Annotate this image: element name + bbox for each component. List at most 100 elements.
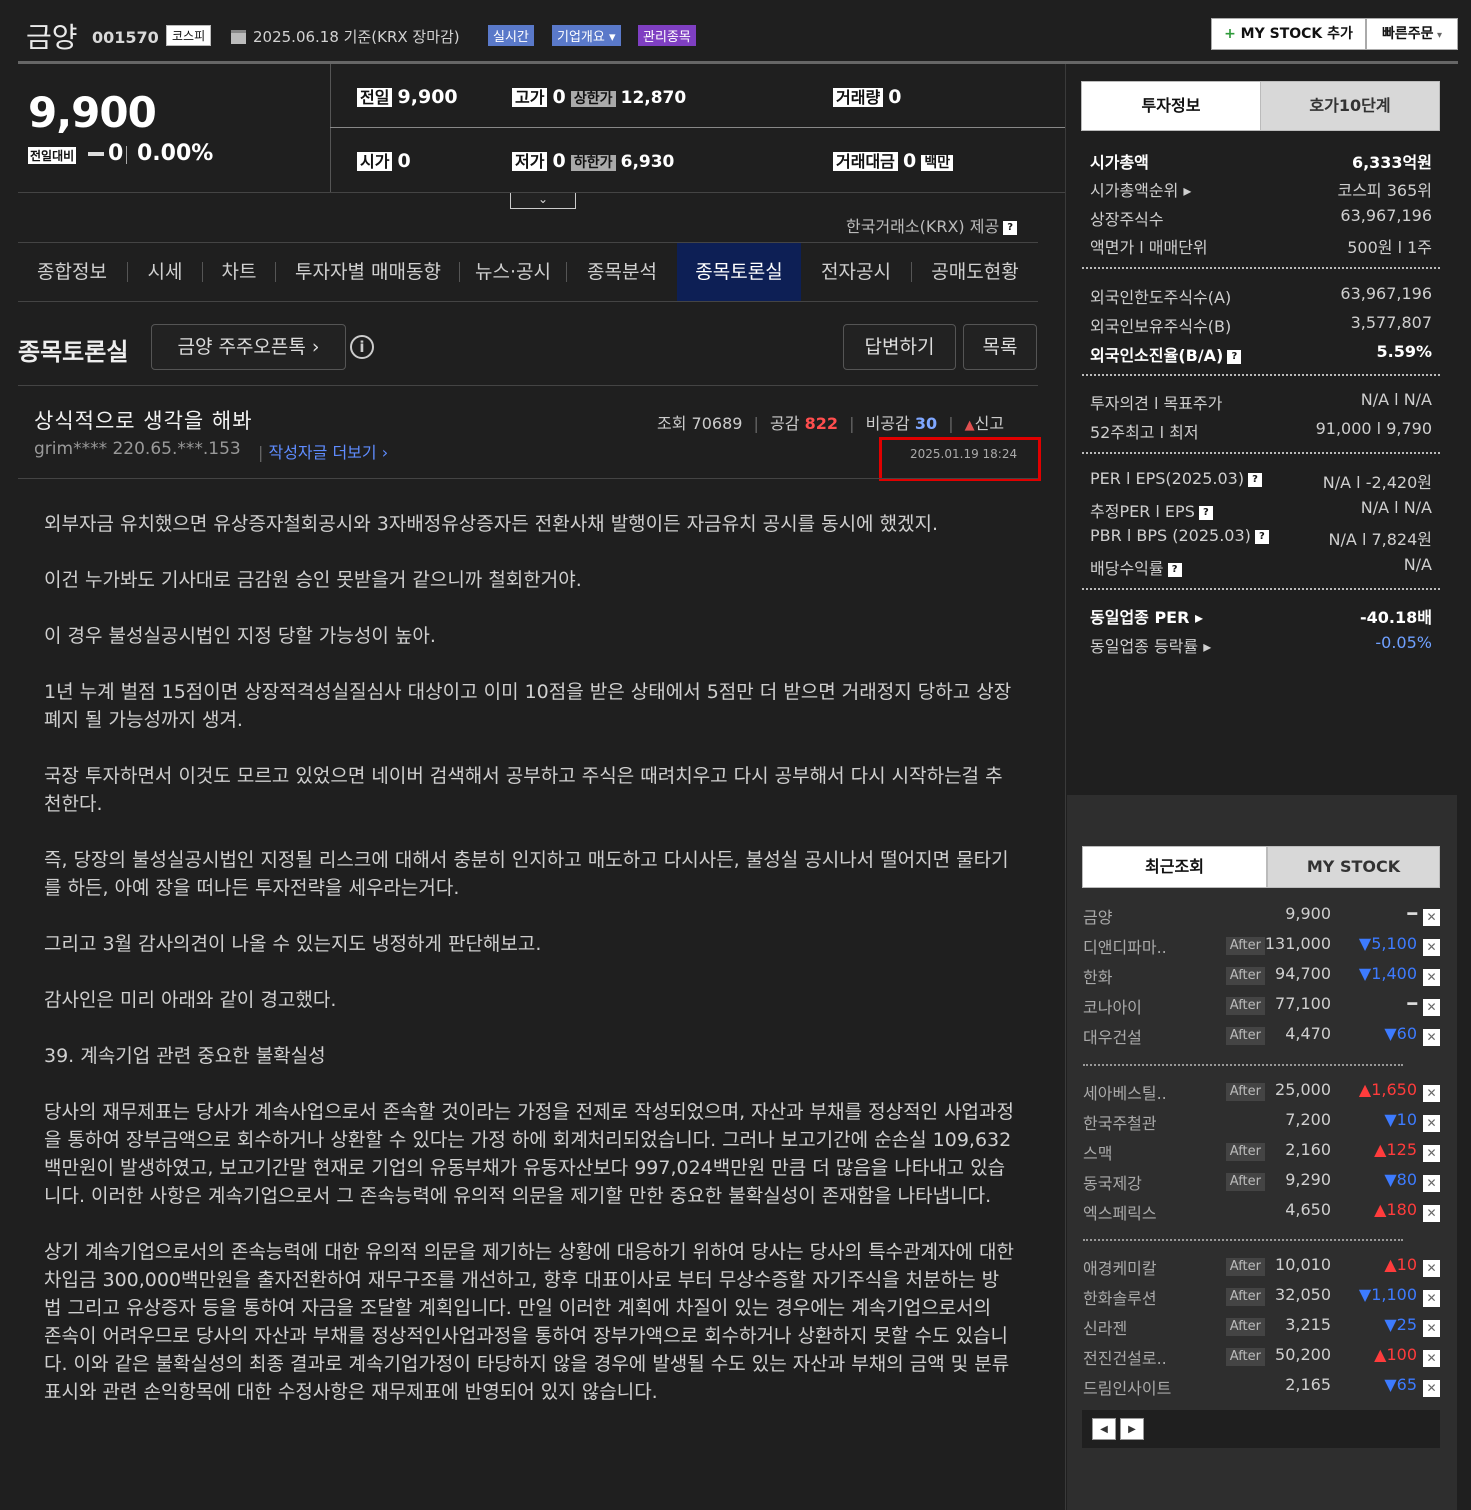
tab-invest-info[interactable]: 투자정보 — [1081, 81, 1261, 131]
tab-quotes[interactable]: 시세 — [128, 243, 202, 301]
tab-orderbook[interactable]: 호가10단계 — [1260, 81, 1440, 131]
company-overview-button[interactable]: 기업개요 ▾ — [552, 25, 621, 46]
realtime-button[interactable]: 실시간 — [488, 25, 534, 46]
divider — [126, 146, 127, 164]
quick-order-button[interactable]: 빠른주문 ▾ — [1366, 18, 1458, 50]
recent-stock-row[interactable]: 세아베스틸.. After 25,000 ▲1,650 ✕ — [1083, 1080, 1441, 1108]
recent-stock-row[interactable]: 애경케미칼 After 10,010 ▲10 ✕ — [1083, 1255, 1441, 1283]
recent-stock-name[interactable]: 드림인사이트 — [1083, 1375, 1171, 1399]
tab-discussion[interactable]: 종목토론실 — [677, 243, 801, 301]
recent-stock-row[interactable]: 한국주철관 7,200 ▼10 ✕ — [1083, 1110, 1441, 1138]
recent-stock-row[interactable]: 스맥 After 2,160 ▲125 ✕ — [1083, 1140, 1441, 1168]
next-page-button[interactable]: ▶ — [1120, 1418, 1144, 1440]
recent-stock-name[interactable]: 세아베스틸.. — [1083, 1080, 1167, 1104]
recent-stock-row[interactable]: 코나아이 After 77,100 ━ ✕ — [1083, 994, 1441, 1022]
close-icon[interactable]: ✕ — [1423, 1175, 1440, 1192]
tab-mystock[interactable]: MY STOCK — [1267, 846, 1440, 888]
header-divider — [18, 61, 1458, 64]
managed-stock-badge: 관리종목 — [638, 25, 696, 46]
post-paragraph: 당사의 재무제표는 당사가 계속사업으로서 존속할 것이라는 가정을 전제로 작… — [44, 1101, 1014, 1207]
after-hours-badge: After — [1225, 997, 1265, 1015]
close-icon[interactable]: ✕ — [1423, 1145, 1440, 1162]
divider: | — [258, 443, 269, 462]
recent-stock-row[interactable]: 엑스페릭스 4,650 ▲180 ✕ — [1083, 1200, 1441, 1228]
amount-unit: 백만 — [921, 155, 954, 171]
close-icon[interactable]: ✕ — [1423, 1380, 1440, 1397]
recent-stock-row[interactable]: 디앤디파마.. After 131,000 ▼5,100 ✕ — [1083, 934, 1441, 962]
prev-page-button[interactable]: ◀ — [1092, 1418, 1116, 1440]
recent-stock-name[interactable]: 애경케미칼 — [1083, 1255, 1157, 1279]
recent-stock-name[interactable]: 대우건설 — [1083, 1024, 1142, 1048]
close-icon[interactable]: ✕ — [1423, 1290, 1440, 1307]
close-icon[interactable]: ✕ — [1423, 1350, 1440, 1367]
recent-stock-row[interactable]: 한화 After 94,700 ▼1,400 ✕ — [1083, 964, 1441, 992]
recent-stock-name[interactable]: 엑스페릭스 — [1083, 1200, 1157, 1224]
tab-summary[interactable]: 종합정보 — [18, 243, 126, 301]
recent-stock-row[interactable]: 동국제강 After 9,290 ▼80 ✕ — [1083, 1170, 1441, 1198]
help-icon[interactable]: ? — [1003, 220, 1018, 235]
recent-stock-name[interactable]: 한국주철관 — [1083, 1110, 1157, 1134]
author-posts-link[interactable]: | 작성자글 더보기 › — [258, 439, 388, 463]
close-icon[interactable]: ✕ — [1423, 1029, 1440, 1046]
tab-recent[interactable]: 최근조회 — [1082, 846, 1267, 888]
recent-stock-row[interactable]: 금양 9,900 ━ ✕ — [1083, 904, 1441, 932]
recent-stock-name[interactable]: 동국제강 — [1083, 1170, 1142, 1194]
recent-stock-name[interactable]: 코나아이 — [1083, 994, 1142, 1018]
high-label: 고가 — [512, 88, 548, 107]
industry-per-row[interactable]: 동일업종 PER ▸ -40.18배 — [1090, 604, 1432, 632]
tab-short-selling[interactable]: 공매도현황 — [912, 243, 1038, 301]
help-icon[interactable]: ? — [1254, 529, 1269, 544]
row-label: 52주최고 l 최저 — [1090, 423, 1199, 442]
flat-icon — [88, 152, 104, 156]
recent-stock-row[interactable]: 드림인사이트 2,165 ▼65 ✕ — [1083, 1375, 1441, 1403]
open-talk-button[interactable]: 금양 주주오픈톡 › — [151, 324, 346, 370]
help-icon[interactable]: ? — [1248, 472, 1263, 487]
close-icon[interactable]: ✕ — [1423, 1205, 1440, 1222]
recent-stock-name[interactable]: 신라젠 — [1083, 1315, 1127, 1339]
after-hours-badge: After — [1225, 1173, 1265, 1191]
close-icon[interactable]: ✕ — [1423, 999, 1440, 1016]
recent-stock-row[interactable]: 한화솔루션 After 32,050 ▼1,100 ✕ — [1083, 1285, 1441, 1313]
close-icon[interactable]: ✕ — [1423, 1320, 1440, 1337]
close-icon[interactable]: ✕ — [1423, 1260, 1440, 1277]
recent-stock-row[interactable]: 대우건설 After 4,470 ▼60 ✕ — [1083, 1024, 1441, 1052]
close-icon[interactable]: ✕ — [1423, 939, 1440, 956]
list-button[interactable]: 목록 — [963, 324, 1037, 370]
recent-stock-name[interactable]: 한화솔루션 — [1083, 1285, 1157, 1309]
market-cap-rank-row[interactable]: 시가총액순위 ▸ 코스피 365위 — [1090, 177, 1432, 205]
reply-button[interactable]: 답변하기 — [843, 324, 956, 370]
tab-investor-trend[interactable]: 투자자별 매매동향 — [276, 243, 460, 301]
post-paragraph: 1년 누계 벌점 15점이면 상장적격성실질심사 대상이고 이미 10점을 받은… — [44, 681, 1012, 731]
tab-news[interactable]: 뉴스·공시 — [460, 243, 566, 301]
dislikes-value[interactable]: 30 — [915, 414, 937, 433]
base-date: 2025.06.18 기준(KRX 장마감) — [253, 28, 460, 46]
recent-stock-name[interactable]: 스맥 — [1083, 1140, 1112, 1164]
recent-stock-name[interactable]: 한화 — [1083, 964, 1112, 988]
report-label: 신고 — [974, 414, 1005, 433]
add-mystock-button[interactable]: + MY STOCK 추가 — [1211, 18, 1366, 50]
views-label: 조회 — [657, 414, 687, 433]
close-icon[interactable]: ✕ — [1423, 909, 1440, 926]
close-icon[interactable]: ✕ — [1423, 969, 1440, 986]
tab-chart[interactable]: 차트 — [203, 243, 275, 301]
recent-stock-name[interactable]: 전진건설로.. — [1083, 1345, 1167, 1369]
recent-stock-change: ▲10 — [1384, 1255, 1417, 1274]
recent-stock-row[interactable]: 신라젠 After 3,215 ▼25 ✕ — [1083, 1315, 1441, 1343]
tab-disclosure[interactable]: 전자공시 — [801, 243, 911, 301]
expand-quote-button[interactable]: ⌄ — [510, 193, 576, 209]
recent-stock-name[interactable]: 금양 — [1083, 904, 1112, 928]
close-icon[interactable]: ✕ — [1423, 1115, 1440, 1132]
report-button[interactable]: ▲신고 — [965, 414, 1004, 433]
likes-value[interactable]: 822 — [805, 414, 838, 433]
recent-stock-change: ▼10 — [1384, 1110, 1417, 1129]
info-icon[interactable]: i — [350, 335, 374, 359]
recent-stock-row[interactable]: 전진건설로.. After 50,200 ▲100 ✕ — [1083, 1345, 1441, 1373]
recent-pager: ◀ ▶ — [1082, 1410, 1440, 1448]
help-icon[interactable]: ? — [1227, 349, 1242, 364]
close-icon[interactable]: ✕ — [1423, 1085, 1440, 1102]
help-icon[interactable]: ? — [1198, 505, 1213, 520]
tab-analysis[interactable]: 종목분석 — [567, 243, 677, 301]
recent-stock-name[interactable]: 디앤디파마.. — [1083, 934, 1167, 958]
industry-change-row[interactable]: 동일업종 등락률 ▸ -0.05% — [1090, 633, 1432, 661]
help-icon[interactable]: ? — [1167, 562, 1182, 577]
